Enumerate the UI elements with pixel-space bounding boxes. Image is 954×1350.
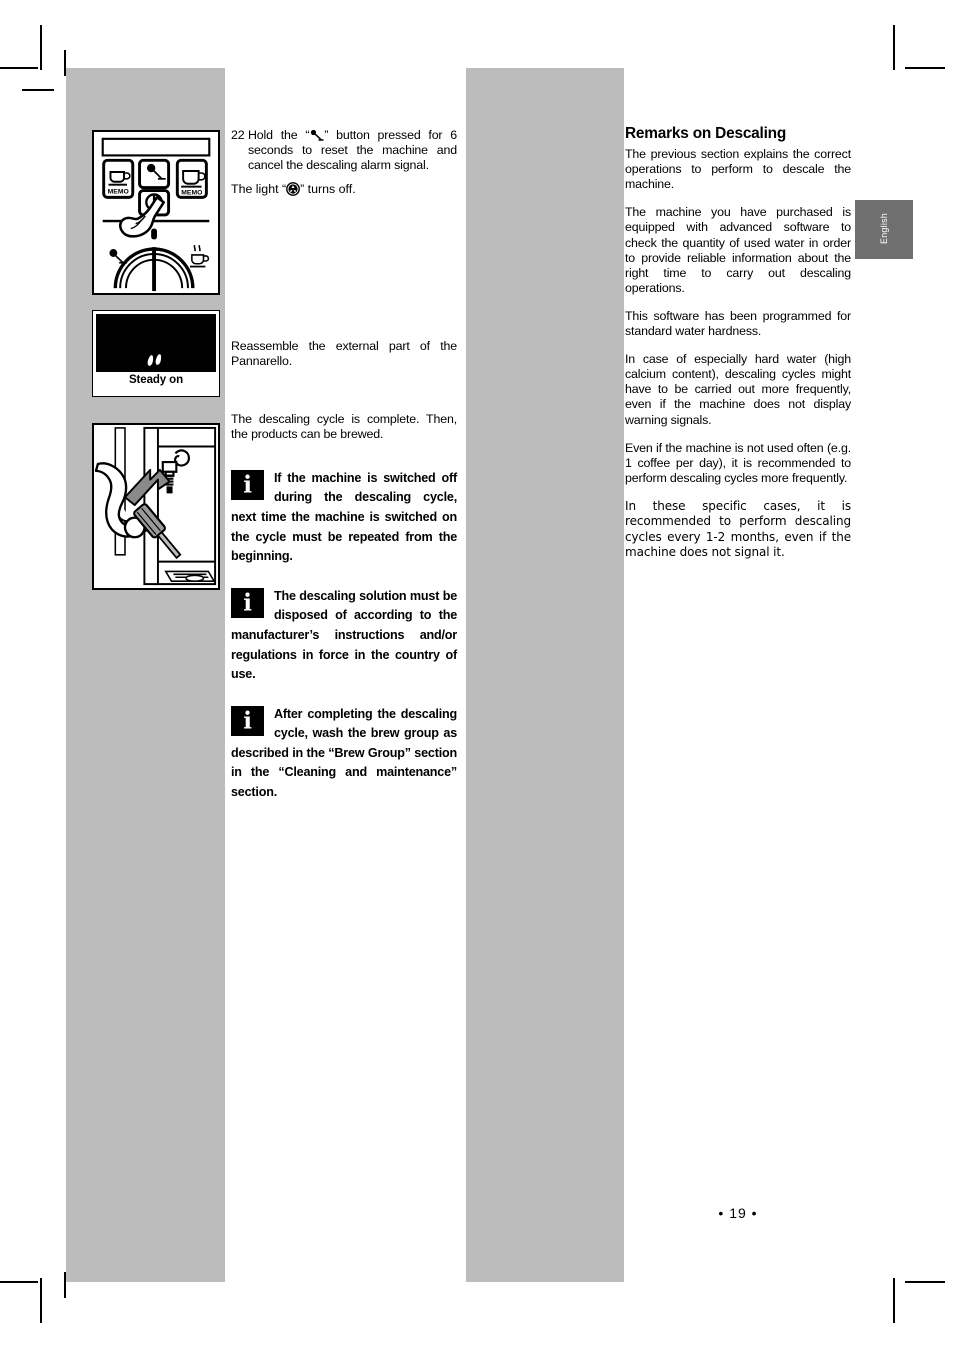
steady-on-caption: Steady on (128, 374, 184, 386)
crop-mark-top-left-horizontal (0, 67, 38, 69)
step-text-lead: Hold the “ (248, 128, 310, 142)
info-icon (231, 705, 264, 736)
paragraph-4: In case of especially hard water (high c… (625, 352, 851, 427)
paragraph-1: The previous section explains the correc… (625, 147, 851, 192)
crop-mark-bottom-left-vertical (40, 1278, 42, 1323)
background-band-middle (466, 68, 624, 1282)
crop-mark-bottom-left-horizontal (0, 1281, 38, 1283)
light-text-lead: The light “ (231, 182, 287, 197)
control-panel-illustration: MEMO MEMO (94, 132, 218, 293)
paragraph-6: In these specific cases, it is recommend… (625, 498, 851, 560)
figure-spacer-b (231, 370, 457, 412)
crop-mark-top-left-vertical (40, 25, 42, 70)
note-spacer (231, 442, 457, 469)
paragraph-2: The machine you have purchased is equipp… (625, 205, 851, 295)
cycle-complete-text: The descaling cycle is complete. Then, t… (231, 411, 457, 441)
pannarello-illustration (94, 425, 218, 588)
figure-control-panel: MEMO MEMO (92, 130, 220, 295)
crop-mark-bottom-right-vertical (893, 1278, 895, 1323)
paragraph-5: Even if the machine is not used often (e… (625, 440, 851, 485)
crop-mark-top-right-vertical (893, 25, 895, 70)
crop-mark-inner-left-horizontal (22, 89, 54, 91)
descaling-alarm-icon (286, 182, 300, 197)
note-text: The descaling solution must be disposed … (231, 588, 457, 682)
light-turns-off-line: The light “ ” turns off. (231, 182, 457, 197)
section-heading: Remarks on Descaling (625, 125, 787, 142)
two-coffee-beans-icon (146, 353, 165, 367)
note-text: After completing the descaling cycle, wa… (231, 706, 457, 800)
figure-spacer-a (231, 197, 457, 339)
info-icon (231, 469, 264, 500)
pannarello-instruction: Reassemble the external part of the Pann… (231, 339, 457, 369)
language-tab-label: English (879, 212, 889, 244)
figure-steady-on-indicator: Steady on (92, 310, 220, 397)
middle-text-column: 22 Hold the “ ” button pressed for 6 seco… (231, 128, 457, 803)
svg-text:MEMO: MEMO (181, 189, 202, 196)
step-22: 22 Hold the “ ” button pressed for 6 seco… (231, 128, 457, 173)
note-solution-disposal: The descaling solution must be disposed … (231, 587, 457, 685)
page-number: • 19 • (718, 1205, 758, 1221)
crop-mark-top-right-horizontal (905, 67, 945, 69)
step-number: 22 (231, 128, 245, 142)
info-icon (231, 587, 264, 618)
paragraph-3: This software has been programmed for st… (625, 308, 851, 339)
note-switched-off: If the machine is switched off during th… (231, 469, 457, 567)
language-tab: English (855, 200, 913, 259)
crop-mark-bottom-right-horizontal (905, 1281, 945, 1283)
note-wash-brew-group: After completing the descaling cycle, wa… (231, 705, 457, 803)
note-text: If the machine is switched off during th… (231, 470, 457, 564)
indicator-display (96, 314, 216, 372)
steam-clean-icon (309, 129, 324, 141)
figure-pannarello-reassembly (92, 423, 220, 590)
svg-text:MEMO: MEMO (108, 188, 129, 195)
right-text-column: Remarks on Descaling The previous sectio… (625, 126, 851, 561)
light-text-tail: ” turns off. (300, 182, 356, 197)
